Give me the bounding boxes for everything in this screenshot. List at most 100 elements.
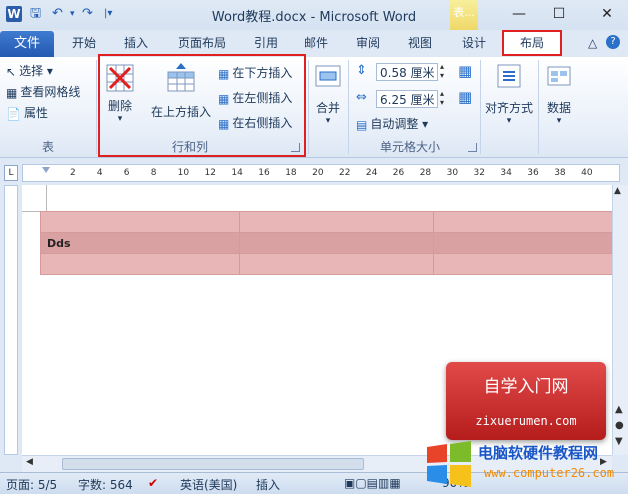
ruler-tick: 18: [285, 168, 297, 178]
watermark-title: 自学入门网: [483, 377, 569, 397]
data-icon: [547, 66, 571, 86]
table-cell[interactable]: [432, 232, 628, 254]
page-count[interactable]: 页面: 5/5: [6, 476, 57, 493]
ruler-tick: 2: [70, 168, 76, 178]
data-button[interactable]: 数据 ▾: [542, 62, 576, 126]
previous-page-icon[interactable]: ▲: [615, 404, 623, 415]
table-cell[interactable]: [40, 253, 240, 275]
column-width-input[interactable]: 6.25 厘米: [376, 90, 438, 108]
scroll-left-icon[interactable]: ◀: [26, 457, 33, 467]
column-width-icon: ⇔: [356, 90, 367, 105]
ruler-tick: 38: [554, 168, 566, 178]
indent-marker-shape: [42, 167, 50, 173]
table-cell[interactable]: [432, 253, 628, 275]
windows-logo-icon: [423, 441, 475, 487]
alignment-icon: [497, 64, 521, 88]
alignment-dropdown-icon: ▾: [506, 116, 512, 126]
tab-selector-button[interactable]: L: [4, 165, 18, 181]
help-icon[interactable]: ?: [606, 35, 620, 49]
tab-view[interactable]: 视图: [400, 30, 440, 57]
autofit-icon: ▤: [356, 117, 368, 132]
browse-object-icon[interactable]: ●: [615, 420, 624, 431]
select-button[interactable]: ↖ 选择 ▾: [6, 61, 53, 81]
distribute-columns-icon[interactable]: ▦: [458, 88, 472, 106]
ruler-tick: 12: [204, 168, 216, 178]
grid-icon: ▦: [6, 85, 18, 100]
row-height-input[interactable]: 0.58 厘米: [376, 63, 438, 81]
table-cell[interactable]: [238, 253, 434, 275]
tab-page-layout[interactable]: 页面布局: [170, 30, 234, 57]
language-indicator[interactable]: 英语(美国): [180, 476, 237, 493]
table-cell[interactable]: [40, 211, 240, 233]
properties-icon: 📄: [6, 106, 21, 121]
ruler-tick: 28: [419, 168, 432, 178]
tab-design[interactable]: 设计: [454, 30, 494, 57]
minimize-button[interactable]: —: [504, 4, 534, 24]
group-label-table: 表: [41, 140, 54, 154]
data-dropdown-icon: ▾: [556, 116, 562, 126]
ruler-tick: 14: [231, 168, 243, 178]
row-height-icon: ⇕: [356, 63, 367, 78]
maximize-button[interactable]: ☐: [544, 4, 574, 24]
ruler-tick: 34: [500, 168, 512, 178]
ruler-tick: 22: [339, 168, 351, 178]
merge-cells-icon: [315, 65, 341, 87]
windows-logo-shape: [427, 441, 471, 487]
alignment-button[interactable]: 对齐方式 ▾: [482, 62, 536, 126]
table-cell[interactable]: Dds: [40, 232, 240, 254]
watermark-site-url: www.computer26.com: [484, 466, 615, 480]
cell-size-launcher-icon[interactable]: [468, 143, 477, 152]
ruler-tick: 6: [123, 168, 130, 178]
merge-button[interactable]: 合并 ▾: [312, 62, 344, 126]
group-separator: [348, 60, 349, 154]
ruler-tick: 36: [527, 168, 539, 178]
view-gridlines-button[interactable]: ▦ 查看网格线: [6, 82, 80, 102]
scroll-up-icon[interactable]: ▲: [614, 186, 621, 196]
document-table[interactable]: Dds: [40, 211, 628, 275]
distribute-rows-icon[interactable]: ▦: [458, 62, 472, 80]
minimize-ribbon-icon[interactable]: △: [588, 36, 597, 50]
close-button[interactable]: ✕: [592, 4, 622, 24]
proofing-icon[interactable]: ✔: [148, 476, 158, 490]
ruler-tick: 40: [581, 168, 593, 178]
table-cell[interactable]: [238, 211, 434, 233]
table-cell[interactable]: [432, 211, 628, 233]
merge-dropdown-icon: ▾: [325, 116, 331, 126]
group-separator: [308, 60, 309, 154]
insert-mode-indicator[interactable]: 插入: [256, 476, 280, 493]
tab-review[interactable]: 审阅: [348, 30, 388, 57]
watermark-url: zixuerumen.com: [475, 414, 577, 428]
page-corner-mark: [22, 185, 47, 212]
next-page-icon[interactable]: ▼: [615, 436, 623, 447]
group-separator: [480, 60, 481, 154]
ruler-tick: 4: [96, 168, 103, 178]
tab-layout[interactable]: 布局: [502, 30, 562, 56]
ruler-tick: 10: [177, 168, 190, 178]
group-separator: [96, 60, 97, 154]
row-height-spinner-icon[interactable]: ▴ ▾: [440, 62, 444, 80]
highlight-rows-columns-box: [98, 54, 306, 157]
word-count[interactable]: 字数: 564: [78, 476, 133, 493]
tab-references[interactable]: 引用: [246, 30, 286, 57]
table-cell[interactable]: [238, 232, 434, 254]
ruler-tick: 8: [150, 168, 157, 178]
ruler-tick: 20: [312, 168, 324, 178]
ruler-tick: 24: [365, 168, 378, 178]
ruler-tick: 32: [473, 168, 485, 178]
autofit-button[interactable]: ▤ 自动调整 ▾: [356, 114, 428, 134]
group-separator: [538, 60, 539, 154]
ruler-tick: 30: [446, 168, 459, 178]
tab-file[interactable]: 文件: [0, 31, 54, 57]
group-label-cell-size: 单元格大小: [379, 140, 440, 154]
column-width-spinner-icon[interactable]: ▴ ▾: [440, 89, 444, 107]
tab-mailings[interactable]: 邮件: [296, 30, 336, 57]
horizontal-scroll-thumb[interactable]: [62, 458, 364, 470]
tab-insert[interactable]: 插入: [116, 30, 156, 57]
vertical-ruler[interactable]: [4, 185, 18, 455]
properties-button[interactable]: 📄 属性: [6, 103, 48, 123]
ruler-tick: 16: [258, 168, 270, 178]
view-buttons-icon[interactable]: ▣▢▤▥▦: [344, 476, 401, 490]
watermark-site-name: 电脑软硬件教程网: [478, 444, 599, 462]
tab-home[interactable]: 开始: [64, 30, 104, 57]
indent-marker-icon[interactable]: [42, 164, 50, 173]
